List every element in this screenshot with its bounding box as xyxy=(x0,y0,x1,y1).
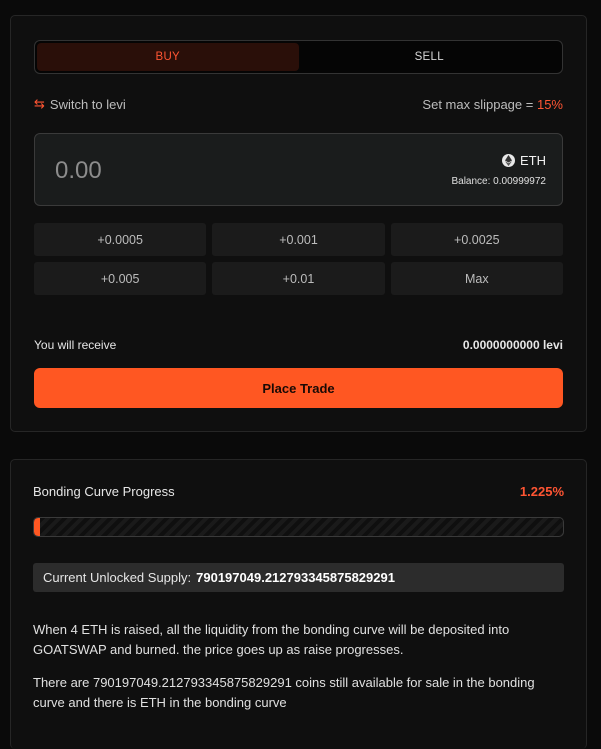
unlocked-supply: Current Unlocked Supply: 790197049.21279… xyxy=(33,563,564,592)
amount-box: ETH Balance: 0.00999972 xyxy=(34,133,563,206)
quick-amount-button[interactable]: +0.0025 xyxy=(390,223,563,256)
swap-arrows-icon: ⇆ xyxy=(34,96,45,111)
slippage-value: 15% xyxy=(536,96,563,112)
supply-label: Current Unlocked Supply: xyxy=(43,570,192,585)
receive-value: 0.0000000000 levi xyxy=(462,338,563,352)
sell-tab[interactable]: SELL xyxy=(299,43,561,71)
buy-tab[interactable]: BUY xyxy=(37,43,299,71)
balance-text: Balance: 0.00999972 xyxy=(451,176,546,187)
bonding-curve-availability: There are 790197049.212793345875829291 c… xyxy=(33,675,535,710)
token-symbol: ETH xyxy=(520,153,546,168)
slippage-setting[interactable]: Set max slippage = 15% xyxy=(422,97,563,112)
quick-amount-button[interactable]: +0.01 xyxy=(212,262,385,295)
quick-amount-button[interactable]: +0.001 xyxy=(212,223,385,256)
token-selector: ETH xyxy=(502,153,546,168)
quick-amount-button[interactable]: +0.005 xyxy=(34,262,207,295)
switch-token-link[interactable]: ⇆ Switch to levi xyxy=(34,96,126,112)
bonding-curve-title: Bonding Curve Progress xyxy=(33,484,175,499)
supply-value: 790197049.212793345875829291 xyxy=(196,570,395,585)
slippage-label: Set max slippage = xyxy=(422,96,537,112)
max-button[interactable]: Max xyxy=(390,262,563,295)
place-trade-button[interactable]: Place Trade xyxy=(34,368,563,408)
amount-input[interactable] xyxy=(55,154,355,188)
progress-fill xyxy=(34,518,41,536)
quick-amount-button[interactable]: +0.0005 xyxy=(34,223,207,256)
switch-label: Switch to levi xyxy=(49,96,126,112)
buy-sell-toggle: BUY SELL xyxy=(34,40,563,74)
bonding-curve-percent: 1.225% xyxy=(519,484,564,499)
trade-panel: BUY SELL ⇆ Switch to levi Set max slippa… xyxy=(10,15,587,432)
receive-label: You will receive xyxy=(34,338,117,352)
quick-amounts: +0.0005 +0.001 +0.0025 +0.005 +0.01 Max xyxy=(34,223,563,295)
bonding-curve-description: When 4 ETH is raised, all the liquidity … xyxy=(33,622,510,657)
ethereum-icon xyxy=(502,154,515,167)
receive-row: You will receive 0.0000000000 levi xyxy=(34,338,563,352)
bonding-curve-panel: Bonding Curve Progress 1.225% Current Un… xyxy=(10,459,587,749)
bonding-curve-progress-bar xyxy=(33,517,564,537)
